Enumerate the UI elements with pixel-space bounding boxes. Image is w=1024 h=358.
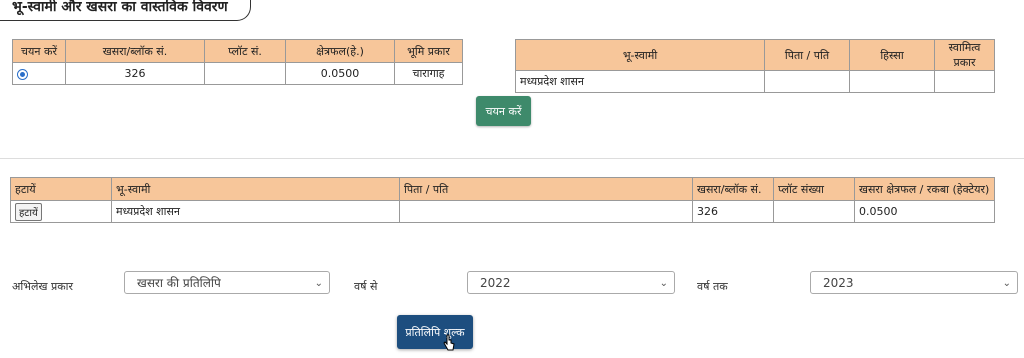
owner-cell: मध्यप्रदेश शासन	[111, 200, 400, 223]
header-area: खसरा क्षेत्रफल / रकबा (हेक्टेयर)	[854, 177, 995, 201]
submit-button[interactable]: प्रतिलिपि शुल्क	[397, 315, 473, 349]
select-button[interactable]: चयन करें	[476, 96, 531, 126]
year-from-select[interactable]: 2022 ⌄	[467, 271, 675, 294]
header-select: चयन करें	[12, 39, 66, 63]
owner-table: भू-स्वामी पिता / पति हिस्सा स्वामित्व प्…	[515, 39, 995, 93]
father-cell	[764, 70, 850, 93]
header-owner: भू-स्वामी	[111, 177, 400, 201]
khasra-radio[interactable]	[17, 68, 28, 80]
table-row: 326 0.0500 चारागाह	[12, 62, 463, 85]
owner-cell: मध्यप्रदेश शासन	[515, 70, 765, 93]
chevron-down-icon: ⌄	[659, 278, 668, 289]
plot-cell	[204, 62, 286, 85]
remove-button[interactable]: हटायें	[15, 202, 42, 221]
header-khasra: खसरा/ब्लॉक सं.	[692, 177, 774, 201]
header-share: हिस्सा	[849, 39, 935, 71]
header-father: पिता / पति	[399, 177, 693, 201]
khasra-cell: 326	[692, 200, 774, 223]
select-cell[interactable]	[12, 62, 66, 85]
header-owner: भू-स्वामी	[515, 39, 765, 71]
table-row: हटायें मध्यप्रदेश शासन 326 0.0500	[10, 200, 995, 223]
record-type-label: अभिलेख प्रकार	[12, 280, 73, 293]
header-father: पिता / पति	[764, 39, 850, 71]
header-ownership: स्वामित्व प्रकार	[934, 39, 995, 71]
header-khasra: खसरा/ब्लॉक सं.	[65, 39, 205, 63]
divider	[0, 158, 1024, 159]
header-plot: प्लॉट सं.	[204, 39, 286, 63]
record-type-select[interactable]: खसरा की प्रतिलिपि ⌄	[124, 271, 330, 294]
table-row: मध्यप्रदेश शासन	[515, 70, 995, 93]
selected-table: हटायें भू-स्वामी पिता / पति खसरा/ब्लॉक स…	[10, 177, 995, 223]
father-cell	[399, 200, 693, 223]
ownership-cell	[934, 70, 995, 93]
year-from-value: 2022	[480, 276, 511, 290]
remove-cell: हटायें	[10, 200, 112, 223]
khasra-table: चयन करें खसरा/ब्लॉक सं. प्लॉट सं. क्षेत्…	[12, 39, 463, 85]
record-type-value: खसरा की प्रतिलिपि	[137, 276, 221, 290]
year-to-label: वर्ष तक	[697, 280, 728, 293]
share-cell	[849, 70, 935, 93]
khasra-cell: 326	[65, 62, 205, 85]
chevron-down-icon: ⌄	[314, 278, 323, 289]
year-from-label: वर्ष से	[354, 280, 378, 293]
plot-cell	[773, 200, 855, 223]
chevron-down-icon: ⌄	[1002, 278, 1011, 289]
year-to-select[interactable]: 2023 ⌄	[810, 271, 1018, 294]
header-remove: हटायें	[10, 177, 112, 201]
header-area: क्षेत्रफल(हे.)	[285, 39, 395, 63]
land-type-cell: चारागाह	[394, 62, 463, 85]
header-land-type: भूमि प्रकार	[394, 39, 463, 63]
header-plot: प्लॉट संख्या	[773, 177, 855, 201]
year-to-value: 2023	[823, 276, 854, 290]
section-title: भू-स्वामी और खसरा का वास्तविक विवरण	[0, 0, 251, 21]
area-cell: 0.0500	[285, 62, 395, 85]
hand-cursor-icon	[443, 334, 455, 351]
area-cell: 0.0500	[854, 200, 995, 223]
